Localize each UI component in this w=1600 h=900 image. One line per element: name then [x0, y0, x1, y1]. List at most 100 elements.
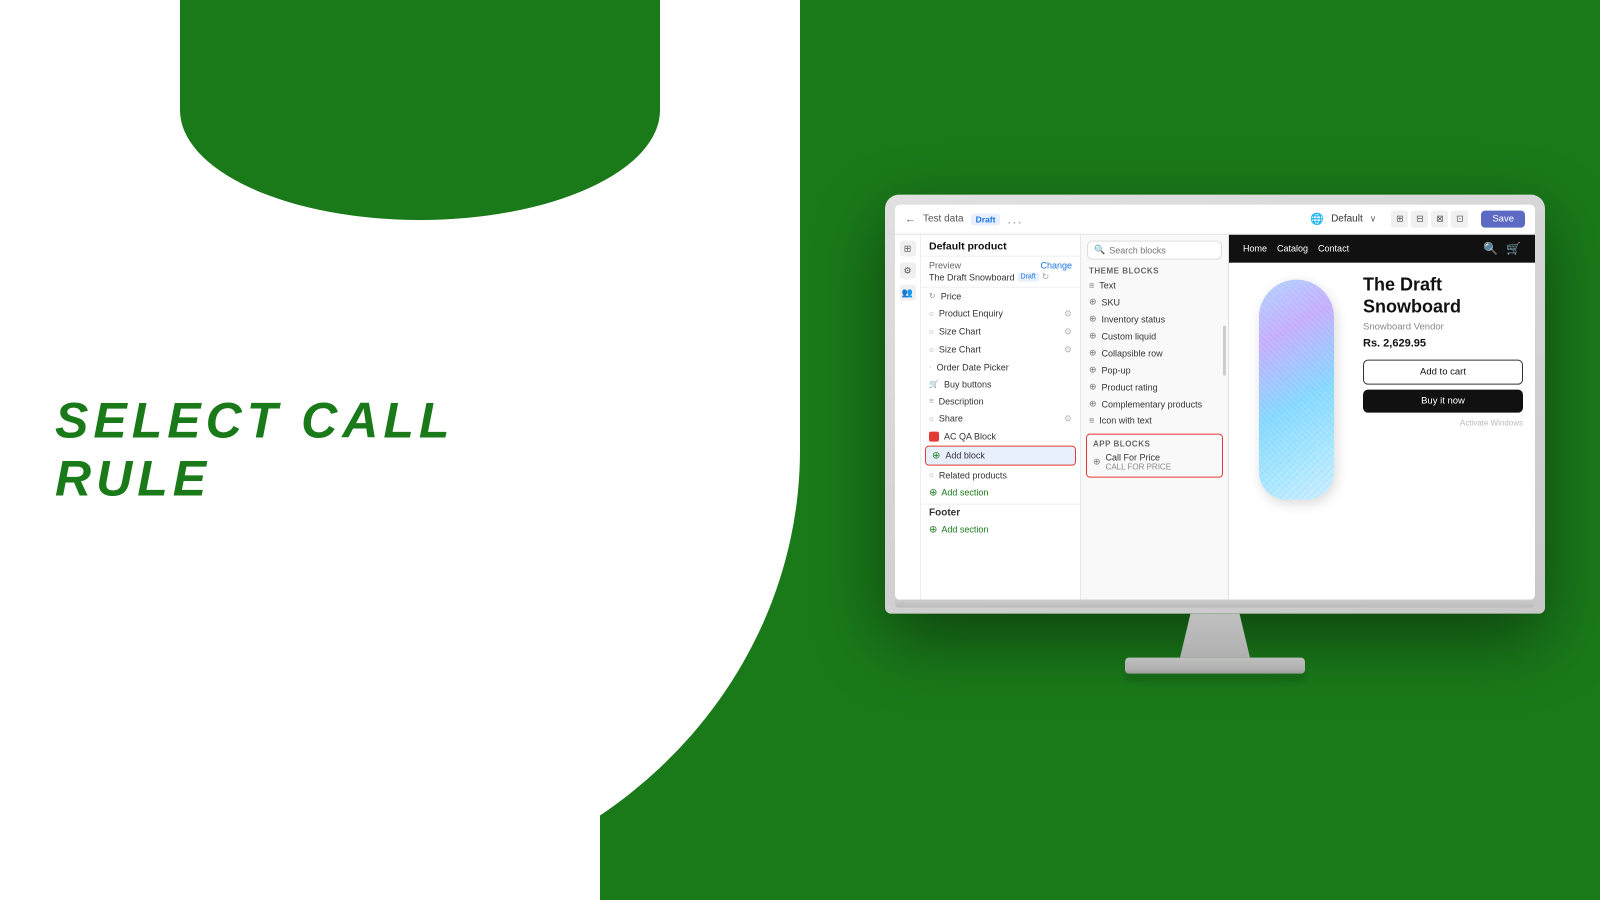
- text-block-icon: ≡: [1089, 281, 1094, 291]
- monitor-neck: [1180, 614, 1250, 658]
- nav-contact[interactable]: Contact: [1318, 244, 1349, 254]
- sidebar-item[interactable]: 🛒 Buy buttons: [921, 376, 1080, 393]
- monitor-screen: ← Test data Draft ... 🌐 Default ∨ ⊞ ⊟ ⊠ …: [895, 205, 1535, 600]
- shop-icons: 🔍 🛒: [1483, 242, 1521, 256]
- view-icon-2[interactable]: ⊟: [1411, 211, 1428, 228]
- top-bar: ← Test data Draft ... 🌐 Default ∨ ⊞ ⊟ ⊠ …: [895, 205, 1535, 235]
- settings-icon-share[interactable]: ⚙: [1064, 413, 1072, 424]
- test-data-label: Test data: [923, 214, 964, 225]
- product-info: The Draft Snowboard Snowboard Vendor Rs.…: [1363, 275, 1523, 588]
- preview-panel: Home Catalog Contact 🔍 🛒: [1229, 235, 1535, 600]
- inventory-icon: ⊕: [1089, 314, 1097, 325]
- sidebar-icon-layout[interactable]: ⊞: [900, 241, 916, 257]
- block-item-custom-liquid[interactable]: ⊕ Custom liquid: [1081, 328, 1228, 345]
- add-block-item[interactable]: ⊕ Add block: [925, 446, 1076, 466]
- hero-text: Select Call Rule: [55, 393, 535, 508]
- sidebar-item[interactable]: · Order Date Picker: [921, 359, 1080, 376]
- block-item-icon-text[interactable]: ≡ Icon with text: [1081, 413, 1228, 429]
- dots-menu[interactable]: ...: [1007, 212, 1023, 226]
- monitor-container: ← Test data Draft ... 🌐 Default ∨ ⊞ ⊟ ⊠ …: [885, 195, 1545, 686]
- shop-nav: Home Catalog Contact: [1243, 244, 1349, 254]
- block-item-call-for-price[interactable]: ⊕ Call For Price CALL FOR PRICE: [1087, 450, 1222, 475]
- back-icon[interactable]: ←: [905, 213, 916, 225]
- product-image-container: [1241, 275, 1351, 588]
- sidebar-item[interactable]: ↻ Price: [921, 288, 1080, 305]
- preview-change-button[interactable]: Change: [1040, 261, 1072, 271]
- sidebar-icon-strip: ⊞ ⚙ 👥: [895, 235, 921, 600]
- draft-badge: Draft: [971, 213, 1001, 225]
- enquiry-icon: ○: [929, 309, 934, 318]
- view-icon-1[interactable]: ⊞: [1391, 211, 1408, 228]
- related-icon: ○: [929, 471, 934, 480]
- app-blocks-title: APP BLOCKS: [1087, 437, 1222, 450]
- view-icon-4[interactable]: ⊡: [1451, 211, 1468, 228]
- sidebar-item[interactable]: ○ Product Enquiry ⚙: [921, 305, 1080, 323]
- collapsible-icon: ⊕: [1089, 348, 1097, 359]
- monitor-base: [1125, 658, 1305, 674]
- add-section-button[interactable]: ⊕ Add section: [921, 484, 1080, 502]
- shop-header: Home Catalog Contact 🔍 🛒: [1229, 235, 1535, 263]
- add-to-cart-button[interactable]: Add to cart: [1363, 360, 1523, 385]
- settings-icon[interactable]: ⚙: [1064, 326, 1072, 337]
- ac-qa-icon: [929, 431, 939, 441]
- popup-icon: ⊕: [1089, 365, 1097, 376]
- search-bar: 🔍: [1087, 241, 1222, 260]
- search-blocks-input[interactable]: [1109, 245, 1215, 255]
- app-blocks-section: APP BLOCKS ⊕ Call For Price CALL FOR PRI…: [1086, 434, 1223, 478]
- block-item-popup[interactable]: ⊕ Pop-up: [1081, 362, 1228, 379]
- block-item-complementary[interactable]: ⊕ Complementary products: [1081, 396, 1228, 413]
- product-title: The Draft Snowboard: [1363, 275, 1523, 318]
- add-block-icon: ⊕: [932, 450, 940, 461]
- block-item-sku[interactable]: ⊕ SKU: [1081, 294, 1228, 311]
- search-icon: 🔍: [1094, 245, 1105, 256]
- search-nav-icon[interactable]: 🔍: [1483, 242, 1498, 256]
- theme-blocks-title: THEME BLOCKS: [1081, 263, 1228, 278]
- settings-icon-2[interactable]: ⚙: [1064, 344, 1072, 355]
- settings-icon[interactable]: ⚙: [1064, 308, 1072, 319]
- sidebar: Default product Preview Change The Draft…: [921, 235, 1081, 600]
- sidebar-icon-people[interactable]: 👥: [900, 285, 916, 301]
- buy-now-button[interactable]: Buy it now: [1363, 390, 1523, 413]
- add-section-icon: ⊕: [929, 487, 937, 498]
- rating-icon: ⊕: [1089, 382, 1097, 393]
- sidebar-item[interactable]: AC QA Block: [921, 428, 1080, 445]
- sidebar-title: Default product: [929, 241, 1072, 253]
- footer-add-section-icon: ⊕: [929, 524, 937, 535]
- save-button[interactable]: Save: [1481, 211, 1525, 228]
- block-item-text[interactable]: ≡ Text: [1081, 278, 1228, 294]
- price-icon: ↻: [929, 292, 936, 301]
- custom-liquid-icon: ⊕: [1089, 331, 1097, 342]
- call-for-price-icon: ⊕: [1093, 457, 1101, 468]
- sidebar-item[interactable]: ○ Related products: [921, 467, 1080, 484]
- footer-add-section-button[interactable]: ⊕ Add section: [921, 521, 1080, 539]
- cart-nav-icon[interactable]: 🛒: [1506, 242, 1521, 256]
- view-icon-3[interactable]: ⊠: [1431, 211, 1448, 228]
- share-icon: ○: [929, 414, 934, 423]
- product-area: The Draft Snowboard Snowboard Vendor Rs.…: [1229, 263, 1535, 600]
- nav-catalog[interactable]: Catalog: [1277, 244, 1308, 254]
- snowboard-image: [1259, 280, 1334, 500]
- icon-row: ⊞ ⊟ ⊠ ⊡: [1391, 211, 1468, 228]
- date-picker-icon: ·: [929, 363, 932, 372]
- preview-product-name: The Draft Snowboard: [929, 272, 1015, 282]
- sidebar-icon-settings[interactable]: ⚙: [900, 263, 916, 279]
- scrollbar: [1223, 326, 1226, 376]
- block-item-collapsible[interactable]: ⊕ Collapsible row: [1081, 345, 1228, 362]
- blocks-panel: 🔍 THEME BLOCKS ≡ Text ⊕ SKU: [1081, 235, 1229, 600]
- block-item-rating[interactable]: ⊕ Product rating: [1081, 379, 1228, 396]
- block-item-inventory[interactable]: ⊕ Inventory status: [1081, 311, 1228, 328]
- footer-label: Footer: [929, 508, 960, 519]
- size-chart-icon: ○: [929, 327, 934, 336]
- sidebar-item[interactable]: ≡ Description: [921, 393, 1080, 410]
- nav-home[interactable]: Home: [1243, 244, 1267, 254]
- sidebar-item[interactable]: ○ Share ⚙: [921, 410, 1080, 428]
- size-chart-2-icon: ○: [929, 345, 934, 354]
- description-icon: ≡: [929, 397, 934, 406]
- chevron-down-icon[interactable]: ∨: [1370, 214, 1377, 225]
- activate-windows-text: Activate Windows: [1363, 419, 1523, 428]
- sidebar-item[interactable]: ○ Size Chart ⚙: [921, 341, 1080, 359]
- refresh-icon[interactable]: ↻: [1042, 272, 1050, 283]
- product-price: Rs. 2,629.95: [1363, 338, 1523, 350]
- sidebar-item[interactable]: ○ Size Chart ⚙: [921, 323, 1080, 341]
- complementary-icon: ⊕: [1089, 399, 1097, 410]
